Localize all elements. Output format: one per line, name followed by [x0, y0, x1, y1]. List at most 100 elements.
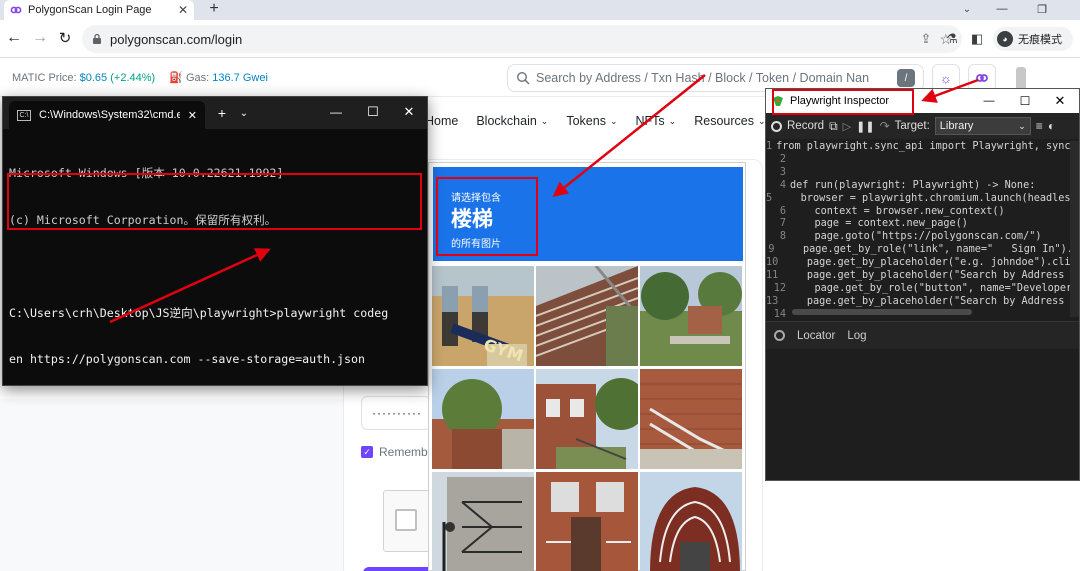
code-horizontal-scrollbar[interactable] — [792, 309, 972, 315]
nav-nfts-label: NFTs — [635, 114, 665, 128]
omnibox[interactable]: polygonscan.com/login ⇪ ☆ — [82, 25, 962, 53]
captcha-tile[interactable] — [640, 472, 742, 571]
tab-log[interactable]: Log — [847, 330, 866, 342]
code-text: page.get_by_placeholder("Search by Addre… — [782, 270, 1079, 282]
code-line: 9 page.get_by_role("link", name=" Sign I… — [766, 244, 1079, 257]
cmd-line: ​ — [9, 259, 423, 275]
close-icon[interactable]: ✕ — [1053, 93, 1067, 109]
side-panel-icon[interactable]: ◧ — [970, 31, 984, 47]
reload-icon[interactable]: ↻ — [57, 30, 73, 47]
code-line: 13 page.get_by_placeholder("Search by Ad… — [766, 296, 1079, 309]
extension-flask-icon[interactable]: ⚗ — [945, 31, 959, 47]
browser-tab[interactable]: PolygonScan Login Page ✕ — [4, 0, 194, 20]
gas-label: Gas: — [185, 72, 210, 84]
line-number: 2 — [779, 153, 786, 165]
code-vertical-scrollbar[interactable] — [1070, 141, 1079, 317]
login-button[interactable] — [363, 567, 433, 571]
nav-nfts[interactable]: NFTs ⌄ — [636, 114, 677, 128]
nav-blockchain-label: Blockchain — [476, 114, 537, 128]
code-text: from playwright.sync_api import Playwrig… — [776, 141, 1079, 152]
nav-resources[interactable]: Resources ⌄ — [694, 114, 765, 128]
step-over-icon[interactable]: ↷ — [880, 119, 890, 133]
password-field[interactable]: ·········· — [361, 396, 431, 430]
chevron-down-icon: ⌄ — [609, 115, 618, 126]
new-tab-icon[interactable]: + — [206, 0, 222, 18]
captcha-tile[interactable] — [536, 369, 638, 469]
cmd-window: C:\ C:\Windows\System32\cmd.e ✕ + ⌄ — ☐ … — [2, 96, 428, 386]
minimize-icon[interactable]: — — [995, 2, 1009, 16]
minimize-icon[interactable]: — — [982, 93, 996, 109]
line-number: 6 — [779, 205, 786, 217]
chevron-down-icon: ⌄ — [1018, 120, 1026, 131]
chevron-down-icon: ⌄ — [668, 115, 677, 126]
nav-home-label: Home — [425, 114, 459, 128]
theme-toggle-icon[interactable]: ◐ — [1048, 119, 1055, 133]
captcha-tile[interactable] — [432, 369, 534, 469]
line-number: 8 — [779, 231, 786, 243]
main-nav: Home Blockchain ⌄ Tokens ⌄ NFTs ⌄ Resources… — [425, 107, 766, 135]
code-text: page.get_by_placeholder("e.g. johndoe").… — [782, 257, 1079, 269]
target-select[interactable]: Library ⌄ — [934, 117, 1031, 135]
nav-home[interactable]: Home — [425, 114, 458, 128]
matic-price-label: MATIC Price: — [12, 71, 77, 84]
recaptcha-checkbox[interactable] — [395, 509, 417, 531]
resume-icon[interactable]: ▷ — [843, 120, 851, 133]
maximize-icon[interactable]: ❐ — [1035, 2, 1049, 16]
page-background-panel — [0, 399, 345, 571]
maximize-icon[interactable]: ☐ — [1018, 93, 1032, 109]
incognito-indicator[interactable]: ◕ 无痕模式 — [993, 27, 1073, 51]
line-number: 14 — [773, 308, 786, 317]
annotation-box-inspector — [772, 89, 914, 115]
browser-tab-strip: PolygonScan Login Page ✕ + ⌄ — ❐ — [0, 0, 1080, 20]
incognito-icon: ◕ — [997, 31, 1013, 47]
close-tab-icon[interactable]: ✕ — [178, 3, 188, 17]
gas-pump-icon: ⛽ — [169, 72, 183, 84]
code-line: 2 — [766, 154, 1079, 167]
generated-code-editor[interactable]: 1 from playwright.sync_api import Playwri… — [766, 141, 1079, 317]
pause-icon[interactable]: ❚❚ — [856, 120, 874, 133]
nav-blockchain[interactable]: Blockchain ⌄ — [476, 114, 548, 128]
cmd-command-line: en https://polygonscan.com --save-storag… — [9, 352, 365, 366]
new-tab-icon[interactable]: + — [215, 105, 229, 121]
captcha-tile[interactable] — [432, 472, 534, 571]
close-icon[interactable]: ✕ — [401, 104, 417, 120]
captcha-tile[interactable] — [640, 369, 742, 469]
code-text: browser = playwright.chromium.launch(hea… — [776, 192, 1079, 204]
matic-price: MATIC Price: $0.65 (+2.44%) — [12, 72, 155, 84]
target-locator-icon[interactable] — [774, 330, 785, 341]
nav-tokens[interactable]: Tokens ⌄ — [566, 114, 617, 128]
close-tab-icon[interactable]: ✕ — [188, 109, 197, 122]
password-mask: ·········· — [372, 406, 422, 420]
share-icon[interactable]: ⇪ — [921, 31, 932, 47]
chevron-down-icon: ⌄ — [540, 115, 549, 126]
remember-me[interactable]: ✓ Rememb — [361, 445, 428, 459]
line-number: 12 — [773, 282, 786, 294]
incognito-label: 无痕模式 — [1018, 34, 1062, 46]
tab-search-icon[interactable]: ⌄ — [960, 2, 974, 16]
captcha-tile[interactable]: GYM — [432, 266, 534, 366]
record-icon[interactable] — [771, 120, 782, 132]
captcha-tile[interactable] — [536, 266, 638, 366]
line-number: 5 — [766, 192, 773, 204]
remember-checkbox[interactable]: ✓ — [361, 446, 373, 458]
line-number: 13 — [766, 295, 779, 307]
copy-icon[interactable]: ⧉ — [829, 119, 838, 134]
captcha-tile[interactable] — [640, 266, 742, 366]
maximize-icon[interactable]: ☐ — [365, 104, 381, 120]
line-number: 4 — [779, 179, 786, 191]
tab-locator[interactable]: Locator — [797, 330, 835, 342]
nav-tokens-label: Tokens — [566, 114, 606, 128]
clear-icon[interactable]: ≡ — [1036, 119, 1043, 133]
back-icon[interactable]: ← — [6, 29, 22, 46]
forward-icon[interactable]: → — [32, 29, 48, 46]
captcha-tile[interactable] — [536, 472, 638, 571]
record-button[interactable]: Record — [787, 120, 824, 132]
code-line: 3 — [766, 167, 1079, 180]
nav-resources-label: Resources — [694, 114, 754, 128]
address-bar-row: ← → ↻ polygonscan.com/login ⇪ ☆ ⚗ ◧ ◕ 无痕… — [0, 20, 1080, 58]
line-number: 7 — [779, 218, 786, 230]
cmd-titlebar: C:\ C:\Windows\System32\cmd.e ✕ + ⌄ — ☐ … — [3, 97, 427, 129]
cmd-tab[interactable]: C:\ C:\Windows\System32\cmd.e ✕ — [9, 101, 205, 129]
chevron-down-icon[interactable]: ⌄ — [237, 105, 251, 121]
minimize-icon[interactable]: — — [328, 104, 344, 120]
